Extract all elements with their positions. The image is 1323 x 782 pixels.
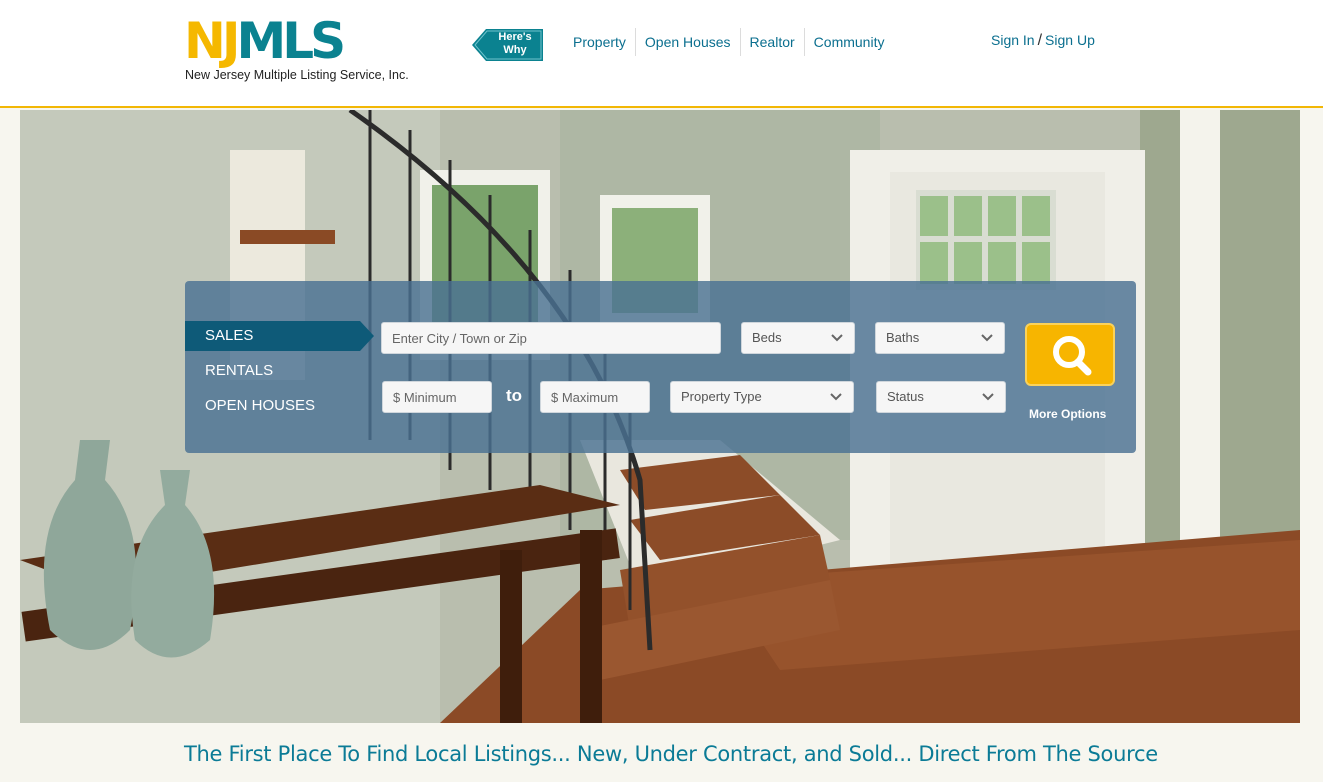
min-price-input[interactable] — [382, 381, 492, 413]
max-price-input[interactable] — [540, 381, 650, 413]
nav-community[interactable]: Community — [803, 28, 894, 56]
heres-why-text: Here's Why — [498, 31, 532, 56]
sign-up-link[interactable]: Sign Up — [1045, 32, 1095, 48]
chevron-down-icon — [982, 393, 994, 401]
magnifier-icon — [1053, 336, 1092, 376]
nav-realtor[interactable]: Realtor — [739, 28, 804, 56]
location-search-input[interactable] — [381, 322, 721, 354]
nav-open-houses[interactable]: Open Houses — [634, 28, 740, 56]
search-button[interactable] — [1025, 323, 1115, 386]
status-select[interactable]: Status — [876, 381, 1006, 413]
mode-open-houses-tab[interactable]: OPEN HOUSES — [185, 391, 360, 421]
sign-in-link[interactable]: Sign In — [991, 32, 1035, 48]
search-panel: SALES RENTALS OPEN HOUSES Beds Baths to … — [185, 281, 1136, 453]
chevron-down-icon — [830, 393, 842, 401]
beds-select[interactable]: Beds — [741, 322, 855, 354]
logo-subtitle: New Jersey Multiple Listing Service, Inc… — [185, 68, 409, 82]
site-header: NJ MLS New Jersey Multiple Listing Servic… — [0, 0, 1323, 108]
site-tagline: The First Place To Find Local Listings..… — [184, 742, 1158, 766]
main-nav: Property Open Houses Realtor Community — [564, 28, 893, 56]
auth-separator: / — [1037, 32, 1043, 49]
heres-why-badge[interactable]: Here's Why — [472, 29, 543, 61]
auth-links: Sign In / Sign Up — [991, 32, 1095, 50]
chevron-down-icon — [831, 334, 843, 342]
more-options-link[interactable]: More Options — [1029, 407, 1106, 421]
mode-sales-tab[interactable]: SALES — [185, 321, 374, 351]
property-type-select[interactable]: Property Type — [670, 381, 854, 413]
mode-rentals-tab[interactable]: RENTALS — [185, 356, 360, 386]
njmls-logo[interactable]: NJ MLS New Jersey Multiple Listing Servic… — [184, 12, 454, 88]
baths-select[interactable]: Baths — [875, 322, 1005, 354]
nav-property[interactable]: Property — [564, 28, 635, 56]
logo-mark: NJ MLS — [184, 12, 346, 70]
chevron-down-icon — [981, 334, 993, 342]
price-range-to-label: to — [506, 386, 523, 405]
